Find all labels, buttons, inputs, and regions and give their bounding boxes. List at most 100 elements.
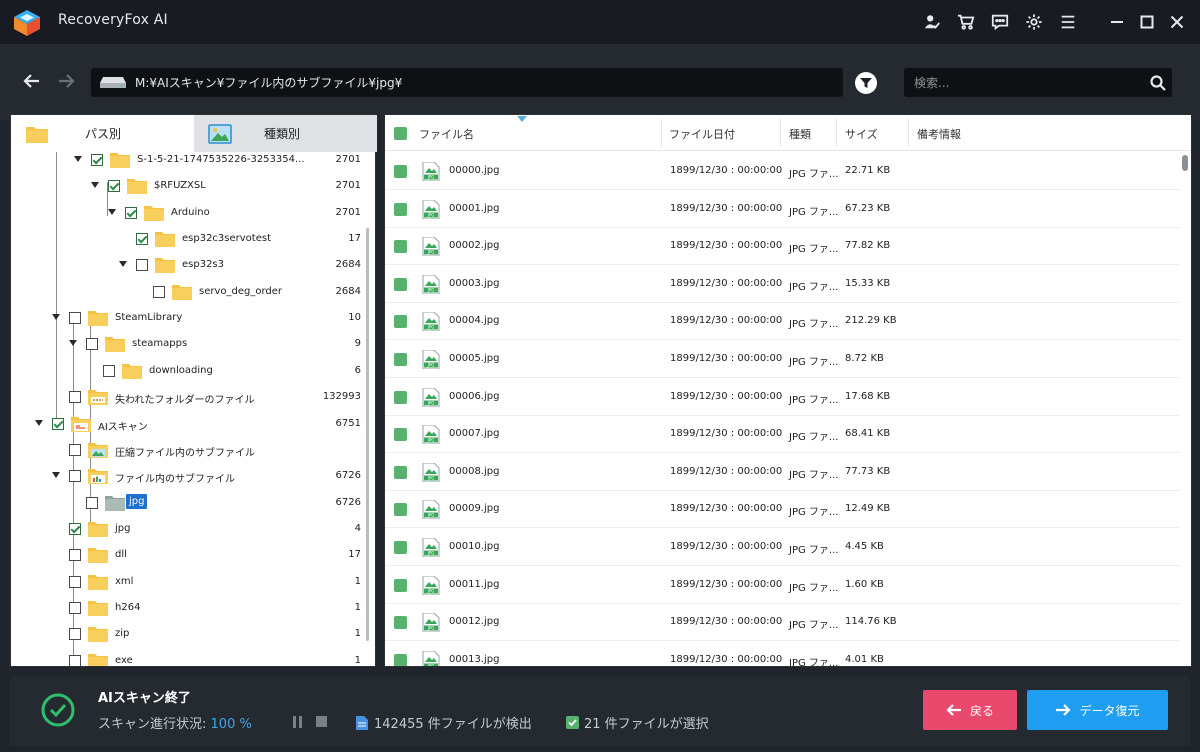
account-icon[interactable] [918, 8, 946, 36]
expand-arrow-icon[interactable] [119, 261, 127, 268]
tree-item[interactable]: $RFUZXSL 2701 [11, 174, 361, 200]
file-checkbox[interactable] [394, 240, 407, 254]
expand-arrow-icon[interactable] [74, 156, 82, 162]
file-row[interactable]: JPG 00000.jpg 1899/12/30 : 00:00:00 JPG ファ.… [385, 152, 1180, 190]
tree-item[interactable]: S-1-5-21-1747535226-3253354... 2701 [11, 152, 361, 174]
file-checkbox[interactable] [394, 578, 407, 592]
file-checkbox[interactable] [394, 465, 407, 479]
tree-item[interactable]: SteamLibrary 10 [11, 306, 361, 332]
address-path[interactable]: M:¥AIスキャン¥ファイル内のサブファイル¥jpg¥ [91, 68, 843, 97]
tree-checkbox[interactable] [69, 654, 81, 666]
tree-checkbox[interactable] [69, 549, 81, 562]
file-row[interactable]: JPG 00011.jpg 1899/12/30 : 00:00:00 JPG ファ.… [385, 566, 1180, 604]
select-all-checkbox[interactable] [394, 127, 407, 140]
expand-arrow-icon[interactable] [108, 208, 116, 215]
tree-scrollbar[interactable] [366, 228, 369, 641]
tree-item[interactable]: jpg 6726 [11, 491, 361, 517]
file-checkbox[interactable] [394, 390, 407, 404]
feedback-icon[interactable] [986, 8, 1014, 36]
file-list-scrollbar[interactable] [1182, 155, 1188, 171]
tree-checkbox[interactable] [153, 285, 165, 298]
forward-arrow-icon[interactable] [55, 68, 77, 94]
file-checkbox[interactable] [394, 353, 407, 366]
file-checkbox[interactable] [394, 202, 407, 216]
tree-item[interactable]: 圧縮ファイル内のサブファイル [11, 438, 361, 464]
expand-arrow-icon[interactable] [52, 314, 60, 321]
file-row[interactable]: JPG 00007.jpg 1899/12/30 : 00:00:00 JPG ファ.… [385, 415, 1180, 454]
cart-icon[interactable] [952, 8, 980, 36]
col-filename[interactable]: ファイル名 [419, 126, 474, 142]
tree-item[interactable]: h264 1 [11, 596, 361, 622]
tree-checkbox[interactable] [136, 259, 148, 272]
tree-checkbox[interactable] [108, 180, 120, 193]
tree-checkbox[interactable] [86, 496, 98, 509]
recover-button[interactable]: データ復元 [1027, 690, 1168, 730]
pause-icon[interactable] [291, 716, 305, 728]
search-icon[interactable] [1148, 73, 1168, 93]
file-row[interactable]: JPG 00009.jpg 1899/12/30 : 00:00:00 JPG ファ.… [385, 490, 1180, 529]
menu-icon[interactable] [1054, 8, 1082, 36]
file-checkbox[interactable] [394, 165, 407, 178]
file-row[interactable]: JPG 00001.jpg 1899/12/30 : 00:00:00 JPG ファ.… [385, 190, 1180, 228]
file-checkbox[interactable] [394, 616, 407, 630]
tree-item[interactable]: dll 17 [11, 543, 361, 569]
file-row[interactable]: JPG 00012.jpg 1899/12/30 : 00:00:00 JPG ファ.… [385, 603, 1180, 642]
col-type[interactable]: 種類 [789, 126, 811, 142]
tree-item[interactable]: downloading 6 [11, 359, 361, 385]
tree-item[interactable]: esp32c3servotest 17 [11, 227, 361, 253]
file-checkbox[interactable] [394, 503, 407, 517]
file-row[interactable]: JPG 00005.jpg 1899/12/30 : 00:00:00 JPG ファ.… [385, 340, 1180, 378]
tab-path[interactable]: パス別 [11, 115, 194, 152]
file-row[interactable]: JPG 00004.jpg 1899/12/30 : 00:00:00 JPG ファ.… [385, 302, 1180, 341]
tree-item[interactable]: servo_deg_order 2684 [11, 280, 361, 306]
tree-item[interactable]: AIスキャン 6751 [11, 412, 361, 438]
tree-item[interactable]: zip 1 [11, 622, 361, 648]
file-row[interactable]: JPG 00013.jpg 1899/12/30 : 00:00:00 JPG ファ.… [385, 641, 1180, 666]
tree-item[interactable]: 失われたフォルダーのファイル 132993 [11, 385, 361, 411]
col-notes[interactable]: 備考情報 [917, 126, 961, 142]
col-size[interactable]: サイズ [845, 126, 878, 142]
search-input[interactable] [904, 68, 1140, 97]
minimize-button[interactable] [1104, 8, 1130, 36]
tree-checkbox[interactable] [69, 575, 81, 588]
tree-item[interactable]: exe 1 [11, 649, 361, 666]
tree-checkbox[interactable] [86, 338, 98, 351]
tree-checkbox[interactable] [69, 601, 81, 614]
expand-arrow-icon[interactable] [52, 472, 60, 479]
tree-item[interactable]: Arduino 2701 [11, 201, 361, 227]
tab-type[interactable]: 種類別 [194, 115, 377, 152]
tree-checkbox[interactable] [52, 417, 64, 430]
tree-item[interactable]: xml 1 [11, 570, 361, 596]
file-row[interactable]: JPG 00008.jpg 1899/12/30 : 00:00:00 JPG ファ.… [385, 453, 1180, 491]
settings-gear-icon[interactable] [1020, 8, 1048, 36]
expand-arrow-icon[interactable] [91, 182, 99, 189]
tree-item[interactable]: ファイル内のサブファイル 6726 [11, 464, 361, 490]
tree-checkbox[interactable] [69, 391, 81, 404]
tree-item[interactable]: jpg 4 [11, 517, 361, 543]
col-date[interactable]: ファイル日付 [669, 126, 735, 142]
file-row[interactable]: JPG 00003.jpg 1899/12/30 : 00:00:00 JPG ファ.… [385, 265, 1180, 303]
tree-checkbox[interactable] [69, 522, 81, 535]
back-button[interactable]: 戻る [923, 690, 1017, 730]
tree-checkbox[interactable] [91, 154, 103, 166]
file-checkbox[interactable] [394, 315, 407, 329]
file-checkbox[interactable] [394, 428, 407, 442]
file-row[interactable]: JPG 00010.jpg 1899/12/30 : 00:00:00 JPG ファ.… [385, 528, 1180, 566]
file-checkbox[interactable] [394, 541, 407, 554]
tree-checkbox[interactable] [69, 312, 81, 325]
tree-checkbox[interactable] [69, 443, 81, 456]
tree-item[interactable]: steamapps 9 [11, 332, 361, 358]
tree-checkbox[interactable] [69, 628, 81, 641]
file-checkbox[interactable] [394, 277, 407, 291]
tree-item[interactable]: esp32s3 2684 [11, 253, 361, 279]
tree-checkbox[interactable] [125, 206, 137, 219]
back-arrow-icon[interactable] [21, 68, 43, 94]
filter-button[interactable] [855, 72, 877, 94]
file-row[interactable]: JPG 00002.jpg 1899/12/30 : 00:00:00 JPG ファ.… [385, 227, 1180, 266]
tree-checkbox[interactable] [69, 470, 81, 483]
tree-checkbox[interactable] [136, 233, 148, 246]
file-row[interactable]: JPG 00006.jpg 1899/12/30 : 00:00:00 JPG ファ.… [385, 378, 1180, 416]
file-checkbox[interactable] [394, 653, 407, 666]
maximize-button[interactable] [1134, 8, 1160, 36]
expand-arrow-icon[interactable] [35, 419, 43, 426]
